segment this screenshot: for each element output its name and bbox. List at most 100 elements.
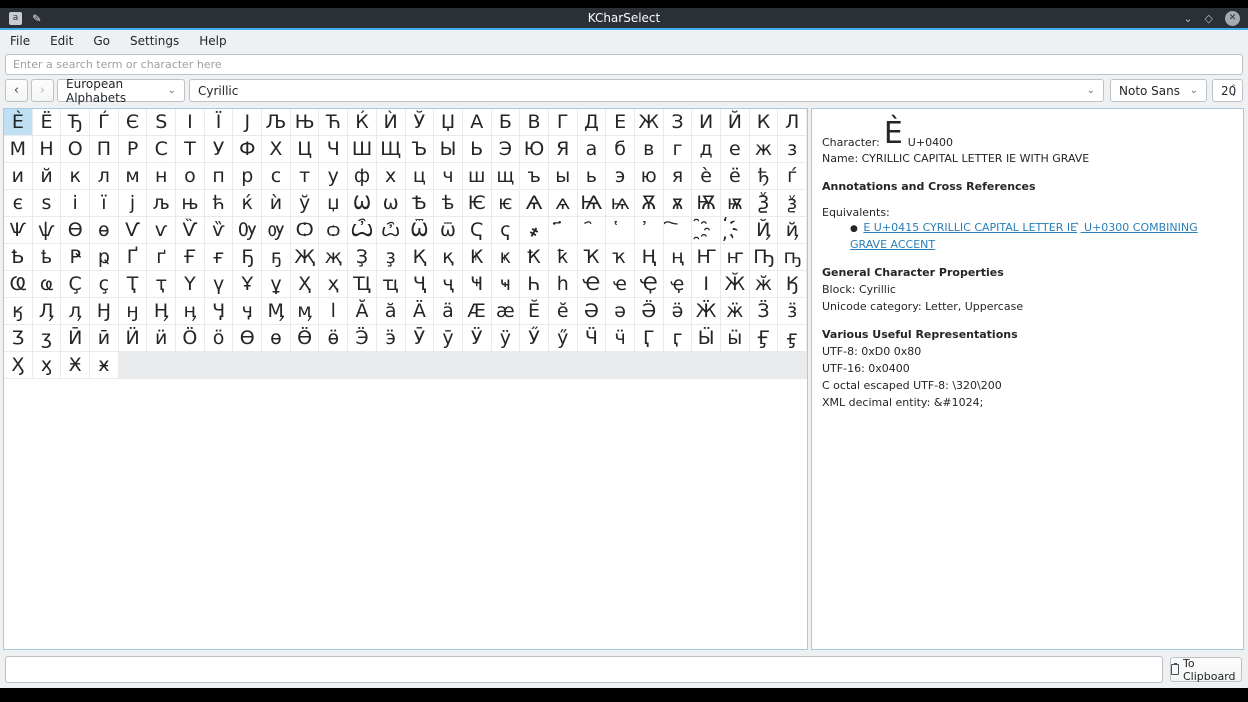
char-cell[interactable]: Ӿ [61,352,90,379]
char-cell[interactable] [520,352,549,379]
char-cell[interactable]: й [33,163,62,190]
back-button[interactable]: ‹ [5,79,28,102]
char-cell[interactable]: Й [721,109,750,136]
char-cell[interactable]: к [61,163,90,190]
char-cell[interactable]: Ѫ [635,190,664,217]
char-cell[interactable]: Ц [291,136,320,163]
char-cell[interactable]: Ђ [61,109,90,136]
char-cell[interactable]: Җ [291,244,320,271]
char-cell[interactable]: Ҹ [463,271,492,298]
char-cell[interactable]: ѹ [262,217,291,244]
char-cell[interactable]: Ӈ [90,298,119,325]
char-cell[interactable]: у [319,163,348,190]
char-cell[interactable]: Ӳ [520,325,549,352]
char-cell[interactable]: Ӑ [348,298,377,325]
char-cell[interactable]: ӭ [377,325,406,352]
char-cell[interactable]: Ў [406,109,435,136]
char-cell[interactable]: Ҩ [4,271,33,298]
char-cell[interactable]: Н [33,136,62,163]
char-cell[interactable]: Ӽ [4,352,33,379]
char-cell[interactable]: Ӆ [33,298,62,325]
char-cell[interactable]: ӫ [319,325,348,352]
char-cell[interactable]: ӎ [291,298,320,325]
char-cell[interactable]: ӌ [233,298,262,325]
char-cell[interactable]: П [90,136,119,163]
char-cell[interactable]: л [90,163,119,190]
char-cell[interactable] [176,352,205,379]
char-cell[interactable]: Ҷ [406,271,435,298]
char-cell[interactable]: Г [549,109,578,136]
menu-file[interactable]: File [0,31,40,51]
char-cell[interactable] [233,352,262,379]
char-cell[interactable]: ҏ [90,244,119,271]
char-cell[interactable]: ѵ [147,217,176,244]
section-select[interactable]: European Alphabets ⌄ [57,79,185,102]
char-cell[interactable]: І [176,109,205,136]
menu-settings[interactable]: Settings [120,31,189,51]
char-cell[interactable]: ҙ [377,244,406,271]
char-cell[interactable]: Ӵ [578,325,607,352]
char-cell[interactable]: ѽ [377,217,406,244]
char-cell[interactable]: ҥ [721,244,750,271]
char-cell[interactable]: Ѡ [348,190,377,217]
char-cell[interactable]: Њ [291,109,320,136]
char-cell[interactable]: ҭ [147,271,176,298]
char-cell[interactable]: Ѓ [90,109,119,136]
char-cell[interactable]: б [606,136,635,163]
char-cell[interactable]: Ѩ [578,190,607,217]
char-cell[interactable]: Ѿ [406,217,435,244]
char-cell[interactable]: і [61,190,90,217]
equivalent-link-1[interactable]: Е U+0415 CYRILLIC CAPITAL LETTER IE [863,221,1077,234]
char-cell[interactable]: ь [578,163,607,190]
char-cell[interactable] [750,352,779,379]
char-cell[interactable]: Ү [176,271,205,298]
char-cell[interactable]: ӵ [606,325,635,352]
char-cell[interactable] [492,352,521,379]
char-cell[interactable]: Ч [319,136,348,163]
char-cell[interactable]: В [520,109,549,136]
search-input[interactable] [5,54,1243,75]
char-cell[interactable]: Р [119,136,148,163]
font-select[interactable]: Noto Sans ⌄ [1110,79,1207,102]
char-cell[interactable]: Е [606,109,635,136]
menu-go[interactable]: Go [83,31,120,51]
char-cell[interactable]: Ѵ [119,217,148,244]
char-cell[interactable]: Ж [635,109,664,136]
char-cell[interactable]: Ѹ [233,217,262,244]
to-clipboard-button[interactable]: To Clipboard [1170,657,1242,682]
char-cell[interactable]: Ѝ [377,109,406,136]
char-cell[interactable]: ҉ [721,217,750,244]
char-cell[interactable]: ћ [205,190,234,217]
char-cell[interactable]: ӹ [721,325,750,352]
char-cell[interactable]: Ӏ [692,271,721,298]
char-cell[interactable]: Ӯ [406,325,435,352]
char-cell[interactable] [291,352,320,379]
char-cell[interactable]: ѓ [778,163,807,190]
char-cell[interactable]: ӂ [750,271,779,298]
char-cell[interactable]: ҄ [578,217,607,244]
char-cell[interactable]: њ [176,190,205,217]
char-cell[interactable]: а [578,136,607,163]
char-cell[interactable]: Л [778,109,807,136]
char-cell[interactable]: ӛ [664,298,693,325]
spin-down-icon[interactable]: ⌄ [1230,91,1237,97]
char-cell[interactable]: Ӎ [262,298,291,325]
char-cell[interactable]: Ѐ [4,109,33,136]
char-cell[interactable]: ҩ [33,271,62,298]
char-cell[interactable]: п [205,163,234,190]
char-cell[interactable]: Ҵ [348,271,377,298]
char-cell[interactable] [463,352,492,379]
char-cell[interactable]: о [176,163,205,190]
char-cell[interactable]: Ҙ [348,244,377,271]
char-cell[interactable]: ӄ [4,298,33,325]
char-cell[interactable] [434,352,463,379]
char-cell[interactable]: Ҁ [463,217,492,244]
char-cell[interactable]: ѝ [262,190,291,217]
char-cell[interactable]: ј [119,190,148,217]
char-cell[interactable]: ӝ [721,298,750,325]
char-cell[interactable]: Ө [233,325,262,352]
char-cell[interactable]: Ӛ [635,298,664,325]
char-cell[interactable]: ё [721,163,750,190]
char-cell[interactable]: ӷ [664,325,693,352]
char-cell[interactable]: с [262,163,291,190]
